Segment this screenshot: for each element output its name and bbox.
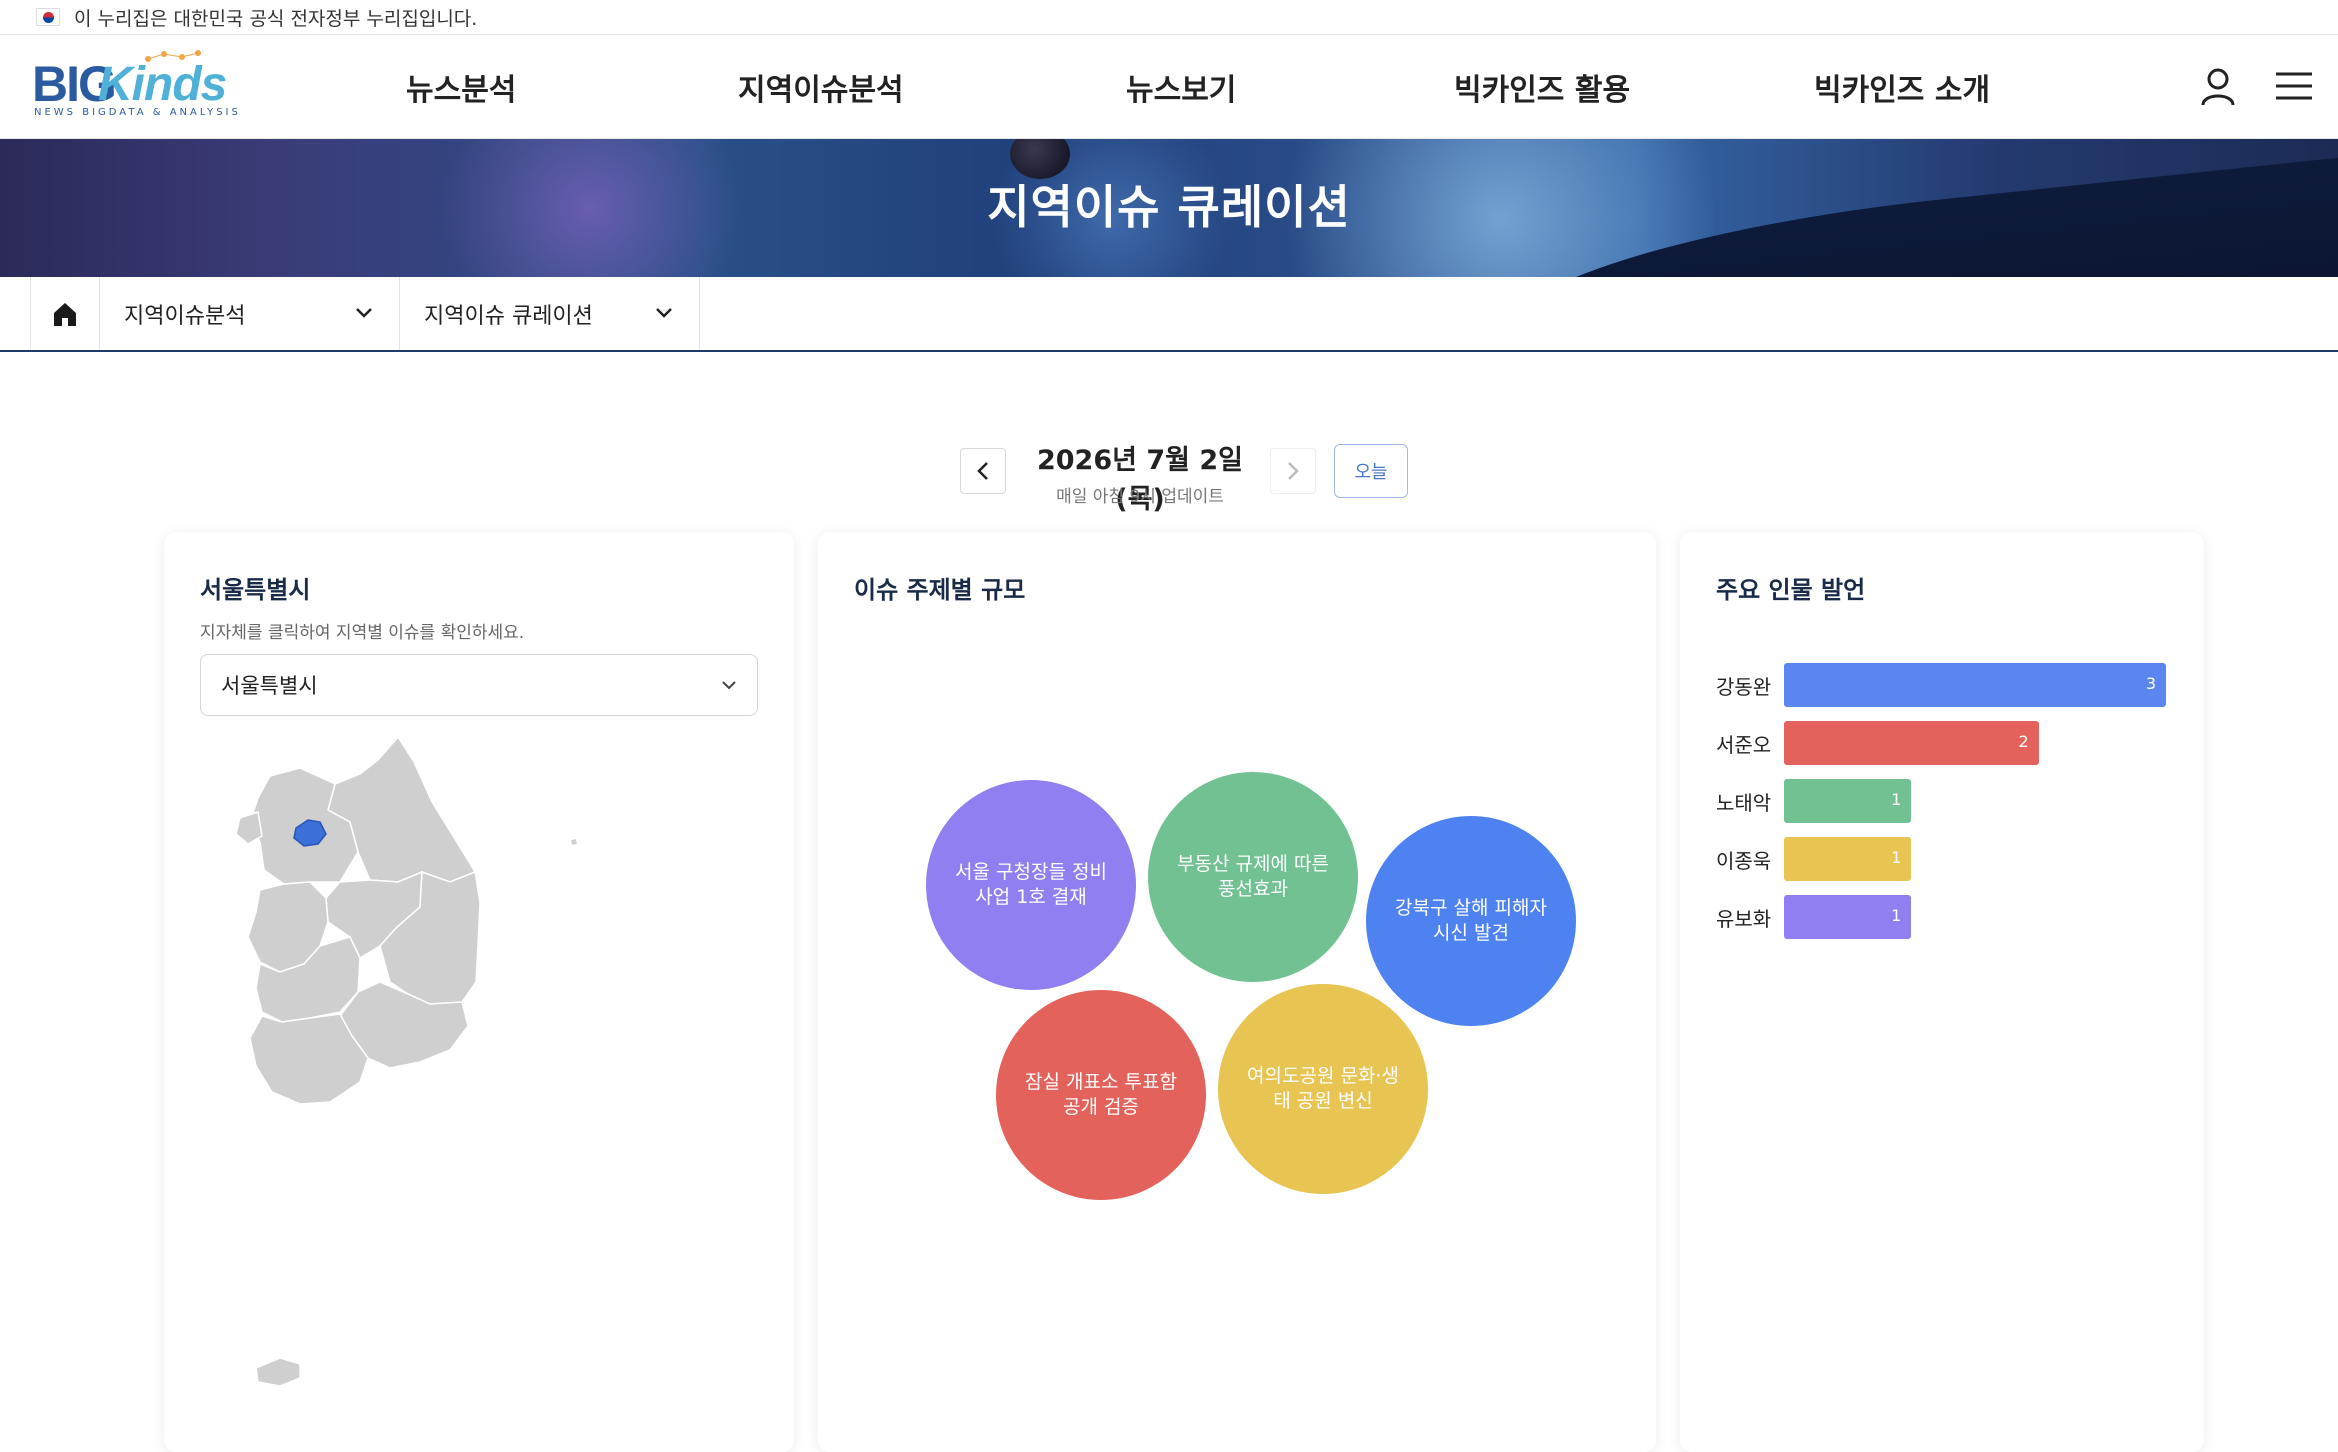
korea-region-map[interactable] (200, 732, 758, 1432)
user-icon[interactable] (2200, 67, 2236, 107)
issue-bubble[interactable]: 강북구 살해 피해자 시신 발견 (1366, 816, 1576, 1026)
korea-flag-icon (36, 8, 60, 26)
issue-bubble[interactable]: 여의도공원 문화·생태 공원 변신 (1218, 984, 1428, 1194)
issue-bubble[interactable]: 잠실 개표소 투표함 공개 검증 (996, 990, 1206, 1200)
region-select-value: 서울특별시 (221, 674, 318, 698)
speaker-bar[interactable]: 2 (1784, 721, 2039, 765)
issue-bubble[interactable]: 서울 구청장들 정비 사업 1호 결재 (926, 780, 1136, 990)
speaker-row[interactable]: 노태악 1 (1716, 778, 2196, 824)
speaker-bar[interactable]: 1 (1784, 895, 1912, 939)
region-card: 서울특별시 지자체를 클릭하여 지역별 이슈를 확인하세요. 서울특별시 (164, 532, 794, 1452)
speaker-count: 1 (1891, 790, 1902, 809)
nav-item-news-analysis[interactable]: 뉴스분석 (406, 35, 516, 139)
gov-banner: 이 누리집은 대한민국 공식 전자정부 누리집입니다. (0, 0, 2338, 35)
speaker-name: 유보화 (1716, 906, 1772, 931)
logo-subtitle: NEWS BIGDATA & ANALYSIS (34, 107, 241, 118)
speaker-name: 서준오 (1716, 732, 1772, 757)
page-title: 지역이슈 큐레이션 (987, 180, 1351, 234)
quote-card-title: 주요 인물 발언 (1716, 576, 1866, 604)
speaker-count: 1 (1891, 848, 1902, 867)
speaker-name: 노태악 (1716, 790, 1772, 815)
breadcrumb-level2-dropdown[interactable]: 지역이슈 큐레이션 (400, 277, 700, 350)
speaker-count: 2 (2018, 732, 2029, 751)
speaker-bar[interactable]: 1 (1784, 837, 1912, 881)
bigkinds-logo[interactable]: BIG Kinds NEWS BIGDATA & ANALYSIS (32, 50, 242, 125)
nav-item-bigkinds-use[interactable]: 빅카인즈 활용 (1454, 35, 1630, 139)
breadcrumb-level1-label: 지역이슈분석 (124, 303, 246, 329)
next-date-button[interactable] (1270, 448, 1316, 494)
update-note: 매일 아침 9시 업데이트 (1056, 487, 1224, 507)
today-button[interactable]: 오늘 (1334, 444, 1408, 498)
nav-item-bigkinds-intro[interactable]: 빅카인즈 소개 (1814, 35, 1990, 139)
hamburger-menu-icon[interactable] (2274, 69, 2314, 103)
issue-bubble[interactable]: 부동산 규제에 따른 풍선효과 (1148, 772, 1358, 982)
chevron-left-icon (977, 462, 988, 480)
breadcrumb: 지역이슈분석 지역이슈 큐레이션 (0, 277, 2338, 352)
chevron-right-icon (1288, 462, 1299, 480)
issue-bubble-chart: 서울 구청장들 정비 사업 1호 결재 부동산 규제에 따른 풍선효과 강북구 … (818, 532, 1658, 1452)
map-region-ulleung (569, 837, 579, 847)
speaker-row[interactable]: 유보화 1 (1716, 894, 2196, 940)
gov-banner-text: 이 누리집은 대한민국 공식 전자정부 누리집입니다. (74, 7, 478, 30)
logo-dots-icon (145, 50, 201, 62)
speaker-name: 이종욱 (1716, 848, 1772, 873)
chevron-down-icon (356, 308, 372, 318)
home-button[interactable] (30, 277, 100, 350)
speaker-name: 강동완 (1716, 674, 1772, 699)
breadcrumb-level2-label: 지역이슈 큐레이션 (424, 303, 593, 329)
quote-card: 주요 인물 발언 강동완 3 서준오 2 노태악 1 이종욱 1 유보화 1 (1680, 532, 2204, 1452)
breadcrumb-level1-dropdown[interactable]: 지역이슈분석 (100, 277, 400, 350)
speaker-bar[interactable]: 3 (1784, 663, 2166, 707)
nav-item-regional-issue[interactable]: 지역이슈분석 (738, 35, 904, 139)
issue-card: 이슈 주제별 규모 서울 구청장들 정비 사업 1호 결재 부동산 규제에 따른… (818, 532, 1656, 1452)
region-select[interactable]: 서울특별시 (200, 654, 758, 716)
logo-kinds: Kinds (98, 58, 227, 111)
speaker-row[interactable]: 이종욱 1 (1716, 836, 2196, 882)
chevron-down-icon (722, 681, 736, 690)
prev-date-button[interactable] (960, 448, 1006, 494)
speaker-bar[interactable]: 1 (1784, 779, 1912, 823)
map-region-jeju (255, 1357, 301, 1387)
region-card-title: 서울특별시 (200, 576, 311, 604)
chevron-down-icon (656, 308, 672, 318)
speaker-row[interactable]: 서준오 2 (1716, 720, 2196, 766)
home-icon (54, 302, 76, 326)
nav-item-news-view[interactable]: 뉴스보기 (1126, 35, 1236, 139)
speaker-count: 1 (1891, 906, 1902, 925)
region-card-hint: 지자체를 클릭하여 지역별 이슈를 확인하세요. (200, 623, 525, 643)
speaker-row[interactable]: 강동완 3 (1716, 662, 2196, 708)
date-navigator: 2026년 7월 2일 (목) 매일 아침 9시 업데이트 오늘 (0, 438, 2338, 515)
speaker-count: 3 (2145, 674, 2156, 693)
site-header: BIG Kinds NEWS BIGDATA & ANALYSIS 뉴스분석 지… (0, 35, 2338, 139)
hero-banner: 지역이슈 큐레이션 (0, 139, 2338, 277)
